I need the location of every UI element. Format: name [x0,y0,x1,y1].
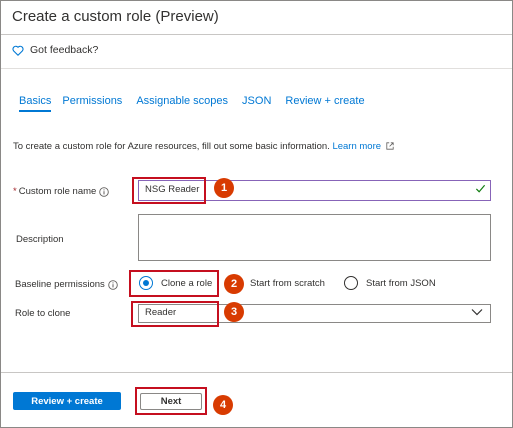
info-icon[interactable] [99,186,110,197]
dialog-title: Create a custom role (Preview) [12,8,219,25]
review-create-button[interactable]: Review + create [13,392,121,410]
radio-start-from-json[interactable]: Start from JSON [344,276,436,290]
tab-assignable-scopes[interactable]: Assignable scopes [136,95,228,112]
required-marker: * [13,186,17,197]
custom-role-name-label: * Custom role name [13,186,110,197]
baseline-permissions-label: Baseline permissions [15,279,118,290]
external-link-icon [386,142,394,150]
description-label: Description [16,234,64,245]
role-to-clone-label: Role to clone [15,308,71,319]
highlight-box-4 [135,387,207,415]
highlight-box-2 [129,270,219,297]
feedback-label: Got feedback? [30,44,99,56]
tab-json[interactable]: JSON [242,95,271,112]
highlight-box-1 [132,177,206,204]
feedback-divider [1,68,512,69]
radio-button[interactable] [344,276,358,290]
intro-text: To create a custom role for Azure resour… [13,141,394,152]
callout-badge-2: 2 [224,274,244,294]
footer-divider [1,372,512,373]
heart-icon [12,45,24,56]
tab-bar: Basics Permissions Assignable scopes JSO… [19,95,379,112]
tab-basics[interactable]: Basics [19,95,52,112]
callout-badge-1: 1 [214,178,234,198]
title-divider [1,34,512,35]
baseline-permissions-text: Baseline permissions [15,279,105,290]
custom-role-name-text: Custom role name [18,186,97,197]
tab-review-create[interactable]: Review + create [285,95,364,112]
valid-check-icon [475,184,486,193]
info-icon[interactable] [108,279,118,290]
radio-label: Start from scratch [250,277,325,289]
feedback-link[interactable]: Got feedback? [12,44,98,56]
intro-sentence: To create a custom role for Azure resour… [13,141,330,152]
highlight-box-3 [131,301,219,327]
radio-label: Start from JSON [366,277,436,289]
tab-permissions[interactable]: Permissions [62,95,122,112]
callout-badge-3: 3 [224,302,244,322]
description-textarea[interactable] [138,214,491,261]
chevron-down-icon[interactable] [471,308,483,316]
callout-badge-4: 4 [213,395,233,415]
learn-more-link[interactable]: Learn more [332,141,381,152]
